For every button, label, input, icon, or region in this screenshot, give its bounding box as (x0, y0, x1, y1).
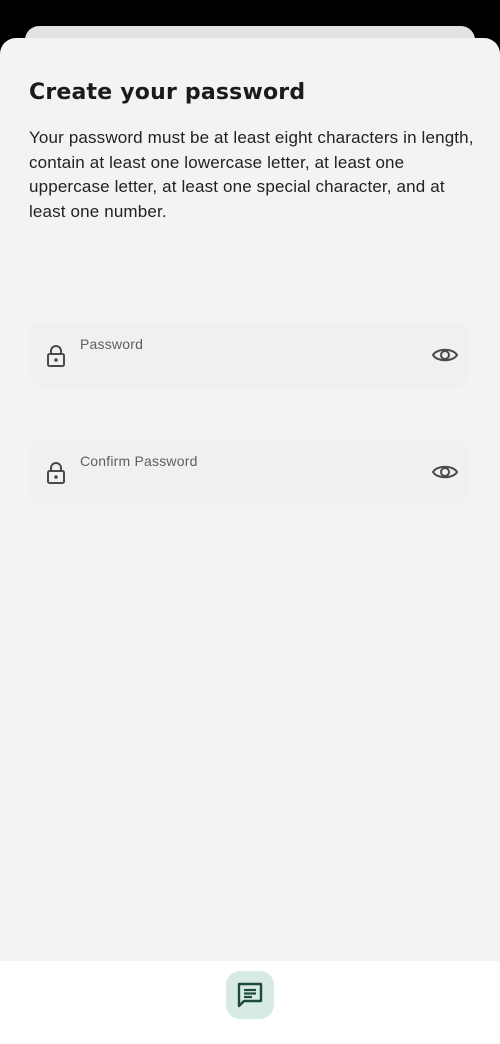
password-requirements: Your password must be at least eight cha… (29, 128, 474, 221)
password-field[interactable]: Password (29, 322, 469, 388)
page-title: Create your password (29, 80, 306, 105)
chat-icon (237, 982, 263, 1008)
lock-icon (47, 345, 65, 367)
confirm-password-field[interactable]: Confirm Password (29, 439, 469, 505)
lock-icon (47, 462, 65, 484)
eye-icon[interactable] (431, 461, 459, 483)
confirm-password-label: Confirm Password (80, 453, 198, 469)
chat-button[interactable] (226, 971, 274, 1019)
password-label: Password (80, 336, 144, 352)
eye-icon[interactable] (431, 344, 459, 366)
